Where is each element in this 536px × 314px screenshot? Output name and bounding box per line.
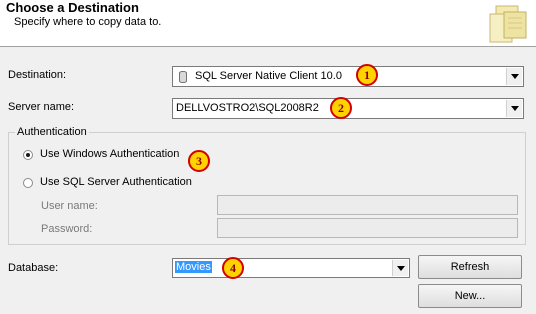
database-icon (179, 70, 187, 83)
password-label: Password: (41, 223, 93, 235)
database-label: Database: (8, 262, 59, 274)
server-name-value: DELLVOSTRO2\SQL2008R2 (176, 102, 319, 114)
refresh-button[interactable]: Refresh (418, 255, 522, 279)
callout-badge-4: 4 (222, 257, 244, 279)
wizard-header: Choose a Destination Specify where to co… (0, 0, 536, 47)
chevron-down-icon[interactable] (506, 68, 522, 85)
destination-select[interactable]: SQL Server Native Client 10.0 (172, 66, 524, 87)
page-title: Choose a Destination (6, 0, 139, 15)
windows-auth-radio[interactable] (23, 150, 33, 160)
database-value: Movies (175, 261, 212, 273)
user-name-label: User name: (41, 200, 98, 212)
sql-auth-radio[interactable] (23, 178, 33, 188)
chevron-down-icon[interactable] (506, 100, 522, 117)
page-subtitle: Specify where to copy data to. (14, 16, 162, 28)
destination-label: Destination: (8, 69, 67, 81)
user-name-input[interactable] (217, 195, 518, 215)
callout-badge-2: 2 (330, 97, 352, 119)
authentication-group: Authentication Use Windows Authenticatio… (8, 126, 526, 245)
password-input[interactable] (217, 218, 518, 238)
destination-value: SQL Server Native Client 10.0 (195, 70, 342, 82)
authentication-legend: Authentication (15, 126, 89, 138)
callout-badge-3: 3 (188, 150, 210, 172)
database-select[interactable]: Movies (172, 258, 410, 278)
windows-auth-label[interactable]: Use Windows Authentication (40, 148, 179, 160)
wizard-logo-icon (486, 2, 530, 46)
callout-badge-1: 1 (356, 64, 378, 86)
server-name-label: Server name: (8, 101, 75, 113)
radio-selected-dot (26, 153, 30, 157)
new-database-button[interactable]: New... (418, 284, 522, 308)
chevron-down-icon[interactable] (392, 260, 408, 276)
sql-auth-label[interactable]: Use SQL Server Authentication (40, 176, 192, 188)
